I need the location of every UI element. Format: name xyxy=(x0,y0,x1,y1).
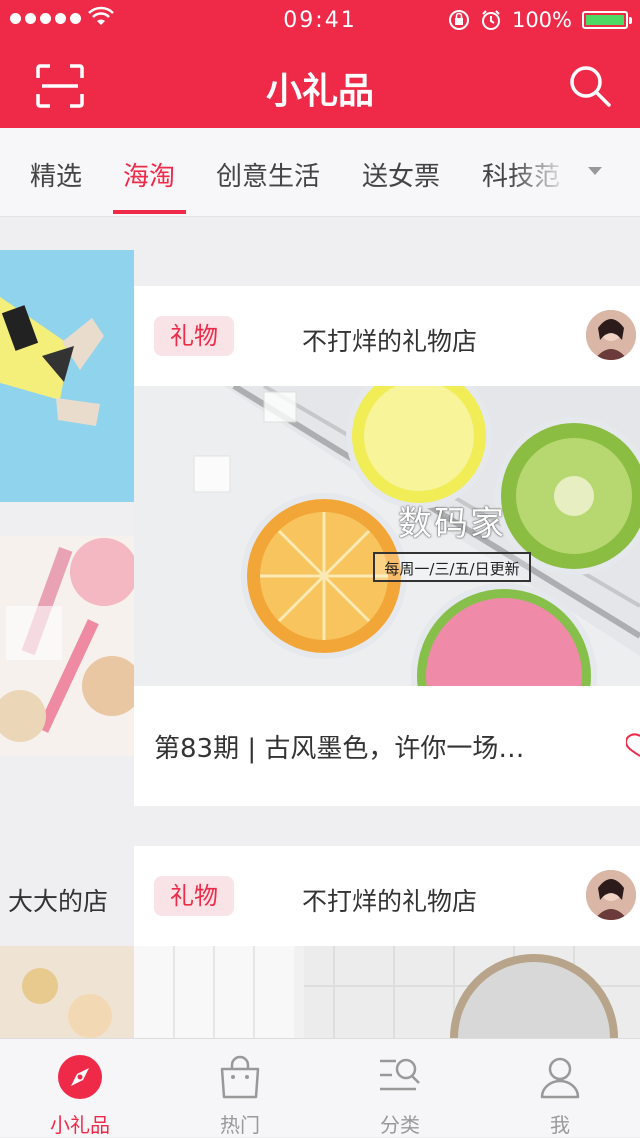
previous-card-image-2[interactable] xyxy=(0,536,134,756)
compass-icon xyxy=(58,1055,102,1099)
page-title: 小礼品 xyxy=(265,71,374,112)
tabbar-item-home[interactable]: 小礼品 xyxy=(0,1039,160,1137)
gift-card[interactable]: 礼物 不打烊的礼物店 xyxy=(134,286,640,806)
avatar[interactable] xyxy=(586,310,636,360)
tab-song-nvpiao[interactable]: 送女票 xyxy=(362,156,440,193)
previous-card-shop-name: 大大的店 xyxy=(8,887,109,916)
tabbar-label: 热门 xyxy=(220,1113,260,1137)
gift-card[interactable]: 礼物 不打烊的礼物店 xyxy=(134,846,640,1038)
status-bar: 09:41 100% xyxy=(0,0,640,40)
previous-card-image[interactable] xyxy=(0,250,134,502)
gift-tag: 礼物 xyxy=(154,316,234,356)
hero-badge: 每周一/三/五/日更新 xyxy=(373,552,531,582)
previous-card-image-3[interactable] xyxy=(0,946,134,1038)
category-tabs: 精选 海淘 创意生活 送女票 科技范 xyxy=(0,128,640,217)
battery-icon xyxy=(582,11,632,29)
tabbar-item-category[interactable]: 分类 xyxy=(320,1039,480,1137)
user-icon xyxy=(540,1057,580,1099)
shopping-bag-icon xyxy=(220,1055,260,1099)
card-hero-image[interactable] xyxy=(134,946,640,1038)
alarm-icon xyxy=(481,10,500,30)
active-tab-indicator xyxy=(113,210,186,214)
hero-title: 数码家 xyxy=(398,504,506,544)
tabbar-label: 分类 xyxy=(380,1113,420,1137)
gift-tag: 礼物 xyxy=(154,876,234,916)
card-caption: 第83期 | 古风墨色，许你一场… xyxy=(154,734,525,764)
shop-name: 不打烊的礼物店 xyxy=(302,327,478,356)
tab-haitao[interactable]: 海淘 xyxy=(123,156,175,193)
chevron-down-icon[interactable] xyxy=(588,167,602,175)
heart-icon[interactable] xyxy=(626,732,640,758)
battery-percent: 100% xyxy=(511,8,572,32)
search-icon[interactable] xyxy=(568,64,612,108)
category-search-icon xyxy=(380,1058,420,1091)
avatar[interactable] xyxy=(586,870,636,920)
tab-bar: 小礼品 热门 分类 我 xyxy=(0,1038,640,1137)
tabbar-item-hot[interactable]: 热门 xyxy=(160,1039,320,1137)
tabbar-label: 小礼品 xyxy=(50,1113,110,1137)
tabbar-label: 我 xyxy=(550,1113,570,1137)
card-hero-image[interactable]: 数码家 每周一/三/五/日更新 xyxy=(134,386,640,686)
orientation-lock-icon xyxy=(448,10,469,30)
navigation-bar: 09:41 100% 小礼品 xyxy=(0,0,640,128)
tab-chuangyi-shenghuo[interactable]: 创意生活 xyxy=(216,156,320,193)
shop-name: 不打烊的礼物店 xyxy=(302,887,478,916)
tabbar-item-me[interactable]: 我 xyxy=(480,1039,640,1137)
tab-jingxuan[interactable]: 精选 xyxy=(30,156,82,193)
